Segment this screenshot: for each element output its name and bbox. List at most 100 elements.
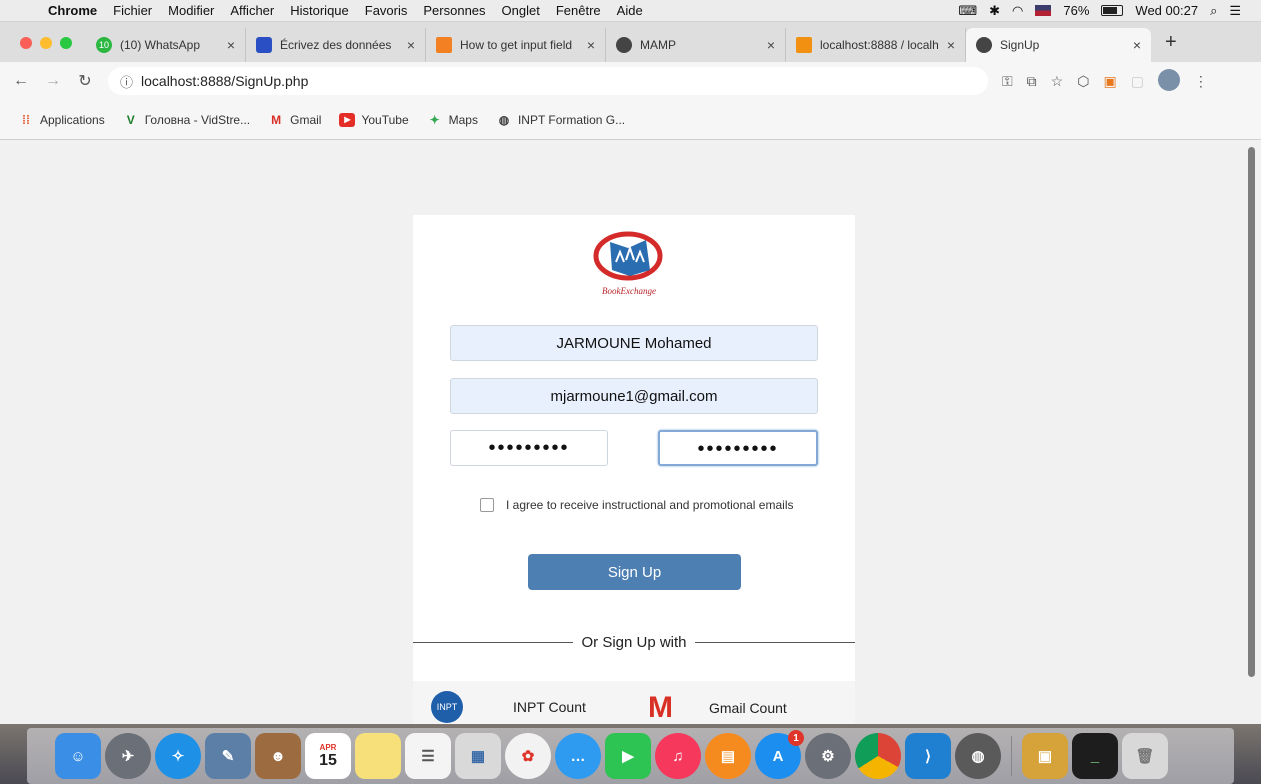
forward-icon[interactable]: → (42, 72, 64, 90)
wifi-icon[interactable]: ◠ (1012, 3, 1023, 19)
gmail-signup-option[interactable]: M Gmail Count (648, 691, 787, 724)
battery-icon[interactable] (1101, 5, 1124, 16)
battery-percent[interactable]: 76% (1063, 3, 1089, 18)
tab-ecrivez[interactable]: Écrivez des données × (246, 28, 426, 62)
confirm-password-input[interactable]: ••••••••• (658, 430, 818, 466)
menu-historique[interactable]: Historique (282, 3, 357, 18)
archive-icon[interactable]: ▣ (1022, 733, 1068, 779)
close-window-button[interactable] (20, 37, 32, 49)
spotlight-icon[interactable]: ⌕ (1210, 3, 1217, 19)
page-scrollbar[interactable] (1248, 147, 1255, 677)
safari-icon[interactable]: ✧ (155, 733, 201, 779)
menu-app[interactable]: Chrome (40, 3, 105, 18)
tab-title: Écrivez des données (280, 38, 392, 52)
close-tab-icon[interactable]: × (767, 37, 775, 53)
menu-fichier[interactable]: Fichier (105, 3, 160, 18)
chrome-icon[interactable] (855, 733, 901, 779)
image-capture-icon[interactable]: ▦ (455, 733, 501, 779)
terminal-icon[interactable]: _ (1072, 733, 1118, 779)
trash-icon[interactable]: 🗑 (1122, 733, 1168, 779)
input-source-flag-icon[interactable] (1035, 5, 1052, 16)
maps-pin-icon: ✦ (429, 112, 440, 127)
bookmark-youtube[interactable]: ▶ YouTube (339, 112, 409, 127)
menu-afficher[interactable]: Afficher (222, 3, 282, 18)
finder-icon[interactable]: ☺ (55, 733, 101, 779)
mamp-icon[interactable]: ◍ (955, 733, 1001, 779)
gmail-icon: M (271, 112, 282, 127)
tab-phpmyadmin[interactable]: localhost:8888 / localh × (786, 28, 966, 62)
key-icon[interactable]: ⚿ (1002, 73, 1013, 90)
bookmark-star-icon[interactable]: ☆ (1051, 73, 1064, 90)
preview-icon[interactable]: ✎ (205, 733, 251, 779)
whatsapp-icon: 10 (96, 37, 112, 53)
extension-cube-icon[interactable]: ⬡ (1077, 73, 1089, 90)
translate-icon[interactable]: ⧉ (1027, 73, 1037, 90)
name-input[interactable] (450, 325, 818, 361)
system-preferences-icon[interactable]: ⚙ (805, 733, 851, 779)
chrome-menu-icon[interactable]: ⋮ (1194, 73, 1208, 90)
bookmark-applications[interactable]: ⁞⁞ Applications (18, 113, 105, 127)
ibooks-icon[interactable]: ▤ (705, 733, 751, 779)
minimize-window-button[interactable] (40, 37, 52, 49)
browser-tab-strip: 10 (10) WhatsApp × Écrivez des données ×… (0, 22, 1261, 62)
bookmark-maps[interactable]: ✦ Maps (427, 113, 478, 127)
social-signup-row: INPT INPT Count M Gmail Count (413, 681, 855, 724)
menu-modifier[interactable]: Modifier (160, 3, 222, 18)
reload-icon[interactable]: ↻ (74, 71, 96, 91)
calendar-icon[interactable]: APR 15 (305, 733, 351, 779)
back-icon[interactable]: ← (10, 72, 32, 90)
email-input[interactable] (450, 378, 818, 414)
bookmark-inpt[interactable]: ◍ INPT Formation G... (496, 113, 625, 127)
stackoverflow-icon (436, 37, 452, 53)
notes-icon[interactable] (355, 733, 401, 779)
inpt-signup-option[interactable]: INPT INPT Count (431, 691, 586, 723)
menubar-clock[interactable]: Wed 00:27 (1135, 3, 1198, 18)
tab-mamp[interactable]: MAMP × (606, 28, 786, 62)
globe-icon: ◍ (498, 112, 510, 127)
menu-fenetre[interactable]: Fenêtre (548, 3, 609, 18)
close-tab-icon[interactable]: × (1133, 37, 1141, 53)
calendar-month: APR (319, 742, 337, 752)
messages-icon[interactable]: … (555, 733, 601, 779)
password-input[interactable]: ••••••••• (450, 430, 608, 466)
address-bar[interactable]: ⓘ localhost:8888/SignUp.php (108, 67, 988, 95)
tab-whatsapp[interactable]: 10 (10) WhatsApp × (86, 28, 246, 62)
globe-icon (976, 37, 992, 53)
photos-icon[interactable]: ✿ (505, 733, 551, 779)
contacts-icon[interactable]: ☻ (255, 733, 301, 779)
menu-onglet[interactable]: Onglet (494, 3, 548, 18)
close-tab-icon[interactable]: × (227, 37, 235, 53)
close-tab-icon[interactable]: × (587, 37, 595, 53)
bluetooth-icon[interactable]: ✱ (989, 3, 1000, 19)
itunes-icon[interactable]: ♫ (655, 733, 701, 779)
menu-favoris[interactable]: Favoris (357, 3, 416, 18)
profile-avatar[interactable] (1157, 68, 1180, 94)
info-icon[interactable]: ⓘ (120, 72, 133, 91)
close-tab-icon[interactable]: × (407, 37, 415, 53)
extension-blank-icon[interactable]: ▢ (1131, 73, 1144, 90)
facetime-icon[interactable]: ▶ (605, 733, 651, 779)
menu-aide[interactable]: Aide (609, 3, 651, 18)
bookmark-vidstream[interactable]: V Головна - VidStre... (123, 113, 250, 127)
apps-grid-icon: ⁞⁞ (22, 112, 30, 127)
vscode-icon[interactable]: ⟩ (905, 733, 951, 779)
new-tab-button[interactable]: + (1151, 31, 1191, 62)
agree-checkbox[interactable] (480, 498, 494, 512)
divider-line (694, 641, 856, 643)
extension-layout-icon[interactable]: ▣ (1103, 73, 1116, 90)
app-store-icon[interactable]: A 1 (755, 730, 804, 779)
bookmark-gmail[interactable]: M Gmail (268, 113, 321, 127)
notification-center-icon[interactable]: ☰ (1229, 3, 1241, 19)
globe-icon (616, 37, 632, 53)
menu-personnes[interactable]: Personnes (415, 3, 493, 18)
close-tab-icon[interactable]: × (947, 37, 955, 53)
tab-stackoverflow[interactable]: How to get input field × (426, 28, 606, 62)
sign-up-button[interactable]: Sign Up (528, 554, 741, 590)
launchpad-icon[interactable]: ✈ (105, 733, 151, 779)
vidstream-icon: V (126, 112, 135, 127)
zoom-window-button[interactable] (60, 37, 72, 49)
app-store-badge: 1 (788, 730, 804, 746)
reminders-icon[interactable]: ☰ (405, 733, 451, 779)
keyboard-icon[interactable]: ⌨ (958, 3, 977, 19)
tab-signup[interactable]: SignUp × (966, 28, 1151, 62)
